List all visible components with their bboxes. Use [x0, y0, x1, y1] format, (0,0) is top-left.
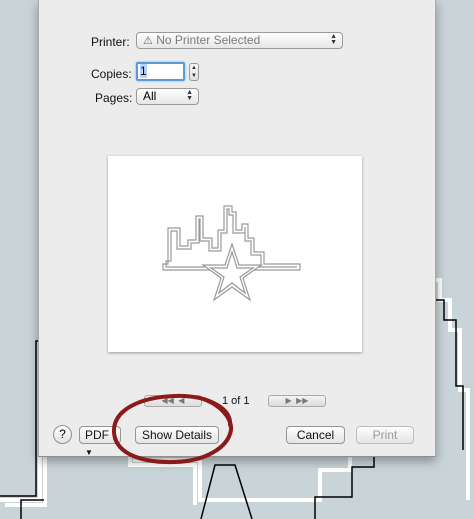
page-indicator: 1 of 1 — [222, 395, 250, 407]
chevron-updown-icon: ▲ ▼ — [330, 33, 337, 46]
print-button[interactable]: Print — [356, 426, 414, 444]
last-page-icon[interactable]: ▶▶ — [296, 396, 308, 405]
printer-label: Printer: — [91, 35, 130, 49]
show-details-button[interactable]: Show Details — [135, 426, 219, 444]
copies-stepper[interactable]: ▲ ▼ — [189, 63, 199, 81]
printer-select-value: No Printer Selected — [156, 33, 261, 47]
next-page-icon[interactable]: ▶ — [286, 396, 292, 405]
cancel-button[interactable]: Cancel — [286, 426, 345, 444]
printer-select[interactable]: ⚠ No Printer Selected ▲ ▼ — [136, 32, 343, 49]
first-page-icon[interactable]: ◀◀ — [162, 396, 174, 405]
chevron-down-icon: ▼ — [85, 448, 93, 457]
pdf-menu-button[interactable]: PDF ▼ — [79, 426, 121, 457]
prev-page-icon[interactable]: ◀ — [178, 396, 184, 405]
help-button[interactable]: ? — [53, 425, 72, 444]
copies-field[interactable]: 1 — [136, 62, 185, 81]
print-preview — [108, 156, 362, 352]
pages-label: Pages: — [95, 91, 133, 105]
screen: { "print_dialog": { "printer_label": "Pr… — [0, 0, 474, 519]
chevron-updown-icon: ▲ ▼ — [186, 89, 193, 102]
copies-label: Copies: — [91, 67, 132, 81]
page-nav-back: ◀◀ ◀ — [144, 395, 202, 407]
print-dialog: Printer: ⚠ No Printer Selected ▲ ▼ Copies… — [38, 0, 436, 457]
pages-select[interactable]: All ▲ ▼ — [136, 88, 199, 105]
pdf-label: PDF — [85, 428, 109, 442]
page-nav-forward: ▶ ▶▶ — [268, 395, 326, 407]
copies-value: 1 — [140, 64, 147, 78]
pages-select-value: All — [143, 89, 157, 103]
warning-icon: ⚠ — [143, 35, 153, 47]
skyline-star-logo-icon — [162, 205, 301, 302]
